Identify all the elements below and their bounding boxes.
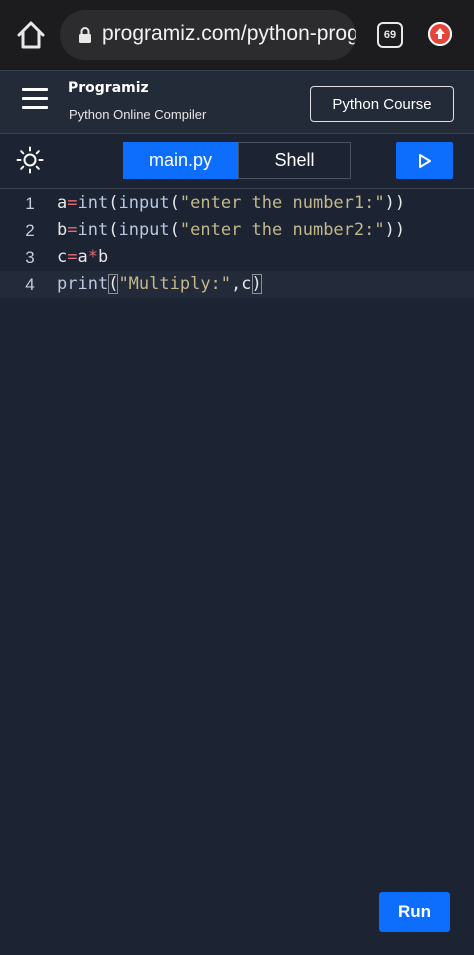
browser-toolbar: programiz.com/python-prograr 69	[0, 0, 474, 70]
string-literal: "enter the number2:"	[179, 220, 385, 240]
brand-logo[interactable]: Programiz	[68, 80, 149, 96]
operator: =	[67, 220, 78, 240]
identifier: b	[98, 247, 109, 267]
operator: =	[67, 247, 78, 267]
code-line-active: 4 print("Multiply:",c)	[0, 271, 474, 298]
bracket: (	[108, 193, 119, 213]
bracket: )	[394, 193, 406, 213]
tab-switcher-button[interactable]: 69	[377, 22, 403, 48]
tab-main-py[interactable]: main.py	[123, 142, 238, 179]
identifier: a	[57, 193, 68, 213]
update-icon[interactable]	[428, 22, 452, 46]
line-number: 2	[25, 221, 35, 240]
hamburger-menu-icon[interactable]	[22, 88, 48, 110]
string-literal: "enter the number1:"	[179, 193, 385, 213]
run-button[interactable]: Run	[379, 892, 450, 932]
builtin-function: input	[118, 220, 170, 240]
home-icon[interactable]	[14, 18, 48, 52]
code-line: 1 a=int(input("enter the number1:"))	[0, 190, 474, 217]
bracket: )	[384, 220, 395, 240]
editor-toolbar: main.py Shell	[0, 134, 474, 189]
line-number: 3	[25, 248, 35, 267]
identifier: b	[57, 220, 68, 240]
code-text: a=int(input("enter the number1:"))	[57, 190, 405, 217]
code-line: 2 b=int(input("enter the number2:"))	[0, 217, 474, 244]
line-number: 1	[25, 194, 35, 213]
bracket: )	[394, 220, 406, 240]
python-course-button[interactable]: Python Course	[310, 86, 454, 122]
bracket: (	[108, 274, 119, 294]
bracket: )	[251, 274, 262, 294]
identifier: a	[77, 247, 88, 267]
run-play-button[interactable]	[396, 142, 453, 179]
bracket: (	[169, 193, 180, 213]
code-editor[interactable]: 1 a=int(input("enter the number1:")) 2 b…	[0, 189, 474, 955]
builtin-function: int	[77, 220, 109, 240]
code-text: print("Multiply:",c)	[57, 271, 262, 298]
code-line: 3 c=a*b	[0, 244, 474, 271]
bracket: (	[169, 220, 180, 240]
address-bar[interactable]: programiz.com/python-prograr	[60, 10, 356, 60]
operator: *	[87, 247, 98, 267]
builtin-function: print	[57, 274, 109, 294]
site-header: Programiz Python Online Compiler Python …	[0, 70, 474, 134]
identifier: c	[57, 247, 68, 267]
builtin-function: input	[118, 193, 170, 213]
identifier: ,c	[231, 274, 252, 294]
code-text: c=a*b	[57, 244, 108, 271]
operator: =	[67, 193, 78, 213]
line-number: 4	[25, 275, 35, 294]
string-literal: "Multiply:"	[118, 274, 232, 294]
bracket: (	[108, 220, 119, 240]
url-text: programiz.com/python-prograr	[102, 22, 356, 45]
bracket: )	[384, 193, 395, 213]
lock-icon	[78, 27, 92, 43]
tab-shell[interactable]: Shell	[238, 142, 351, 179]
theme-toggle-sun-icon[interactable]	[16, 146, 44, 174]
play-icon	[418, 153, 431, 168]
page-subtitle: Python Online Compiler	[69, 107, 207, 122]
code-text: b=int(input("enter the number2:"))	[57, 217, 405, 244]
builtin-function: int	[77, 193, 109, 213]
